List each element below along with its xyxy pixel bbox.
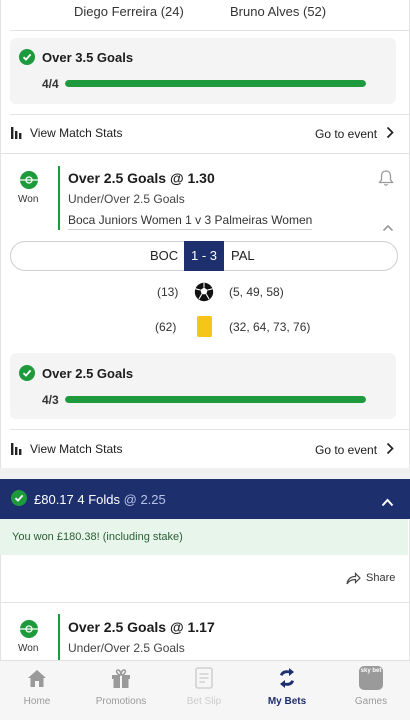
away-card-minutes: (32, 64, 73, 76) — [229, 320, 311, 334]
betslip-icon[interactable] — [194, 667, 214, 689]
check-icon — [11, 490, 27, 506]
progress-bar — [65, 396, 366, 403]
stat-title: Over 3.5 Goals — [42, 50, 134, 65]
sky-games-icon[interactable]: sky bet — [359, 666, 383, 690]
bet-market: Under/Over 2.5 Goals — [68, 192, 185, 206]
divider — [0, 602, 410, 603]
nav-home[interactable]: Home — [2, 696, 72, 707]
go-to-event-link[interactable]: Go to event — [315, 127, 377, 141]
check-icon — [19, 365, 35, 381]
home-team-abbr: BOC — [150, 248, 179, 263]
won-indicator-bar — [58, 166, 60, 230]
away-team-abbr: PAL — [231, 248, 255, 263]
stat-over-3-5 — [10, 38, 396, 104]
bar-chart-icon — [11, 442, 25, 455]
football-pitch-icon — [19, 170, 39, 190]
progress-bar — [65, 80, 366, 87]
nav-games[interactable]: Games — [336, 696, 406, 707]
divider — [10, 429, 410, 430]
go-to-event-link[interactable]: Go to event — [315, 443, 377, 457]
divider — [10, 114, 410, 115]
home-goal-minutes: (13) — [157, 285, 179, 299]
nav-bet-slip[interactable]: Bet Slip — [169, 696, 239, 707]
accumulator-stake: £80.17 4 Folds — [34, 492, 121, 507]
home-icon[interactable] — [26, 668, 48, 688]
winnings-message: You won £180.38! (including stake) — [12, 531, 183, 543]
bell-icon[interactable] — [378, 169, 394, 187]
previous-bet-players: Diego Ferreira (24) Bruno Alves (52) — [0, 0, 410, 24]
bet-market: Under/Over 2.5 Goals — [68, 641, 185, 655]
progress-fill — [65, 80, 366, 87]
nav-my-bets[interactable]: My Bets — [252, 696, 322, 707]
sky-games-logo-text: sky bet — [360, 668, 382, 674]
home-card-minutes: (62) — [155, 320, 177, 334]
bet-match-link[interactable]: Boca Juniors Women 1 v 3 Palmeiras Women — [68, 213, 313, 230]
progress-fill — [65, 396, 366, 403]
stat-ratio: 4/4 — [42, 77, 59, 91]
bet-title: Over 2.5 Goals @ 1.30 — [68, 170, 215, 186]
yellow-card-icon — [197, 316, 212, 337]
check-icon — [19, 49, 35, 65]
chevron-right-icon[interactable] — [386, 442, 394, 455]
gift-icon[interactable] — [110, 667, 132, 689]
share-button[interactable]: Share — [366, 572, 395, 584]
bet-title: Over 2.5 Goals @ 1.17 — [68, 619, 215, 635]
my-bets-icon[interactable] — [276, 667, 298, 689]
view-match-stats-link[interactable]: View Match Stats — [30, 126, 122, 140]
divider — [0, 153, 410, 154]
player-right: Bruno Alves (52) — [230, 4, 327, 19]
accumulator-odds: @ 2.25 — [123, 492, 166, 507]
nav-promotions[interactable]: Promotions — [86, 696, 156, 707]
chevron-up-icon[interactable] — [382, 219, 394, 232]
divider — [10, 30, 410, 31]
view-match-stats-link[interactable]: View Match Stats — [30, 442, 122, 456]
chevron-up-icon[interactable] — [381, 494, 394, 507]
card-gap — [0, 468, 410, 479]
away-goal-minutes: (5, 49, 58) — [229, 285, 284, 299]
left-border — [0, 0, 1, 660]
stat-ratio: 4/3 — [42, 393, 59, 407]
won-indicator-bar — [58, 614, 60, 660]
won-label: Won — [18, 194, 39, 205]
stat-title: Over 2.5 Goals — [42, 366, 134, 381]
score: 1 - 3 — [184, 241, 224, 271]
chevron-right-icon[interactable] — [386, 126, 394, 139]
share-icon[interactable] — [346, 572, 361, 585]
accumulator-title: £80.17 4 Folds @ 2.25 — [34, 492, 166, 507]
football-icon — [194, 282, 214, 302]
player-left: Diego Ferreira (24) — [74, 4, 184, 19]
stat-over-2-5 — [10, 353, 396, 419]
bar-chart-icon — [11, 126, 25, 139]
won-label: Won — [18, 643, 39, 654]
football-pitch-icon — [19, 619, 39, 639]
